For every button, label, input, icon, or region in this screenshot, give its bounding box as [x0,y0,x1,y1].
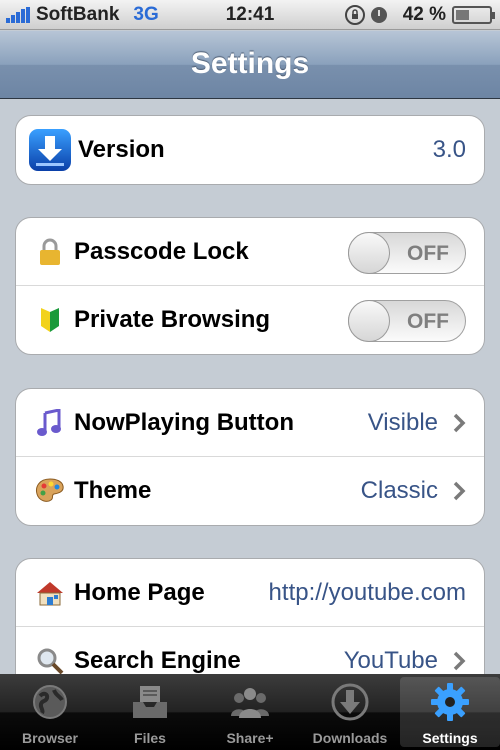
passcode-lock-label: Passcode Lock [74,237,249,265]
group-appearance: NowPlaying Button Visible Theme Classic [15,388,485,526]
tab-share[interactable]: Share+ [200,674,300,750]
tab-label: Downloads [312,730,388,746]
toggle-knob [348,300,390,342]
tab-label: Settings [422,730,478,746]
download-arrow-icon [331,683,369,721]
rotation-lock-icon [344,5,365,25]
passcode-lock-toggle[interactable]: OFF [348,232,466,274]
globe-icon [33,685,67,719]
theme-label: Theme [74,477,152,504]
group-about: Version 3.0 [15,115,485,185]
settings-table[interactable]: Version 3.0 Passcode Lock OFF Private Br… [0,100,500,674]
theme-row[interactable]: Theme Classic [16,457,484,525]
home-page-value: http://youtube.com [268,578,466,606]
home-page-label: Home Page [74,578,205,606]
status-bar: SoftBank 3G 12:41 42 % [0,0,500,30]
status-right: 42 % [344,4,495,26]
nowplaying-button-label: NowPlaying Button [74,408,294,436]
tab-browser[interactable]: Browser [0,674,100,750]
version-value: 3.0 [432,136,466,163]
toggle-state: OFF [407,310,449,333]
app-download-icon [28,128,72,172]
search-engine-label: Search Engine [74,647,241,674]
lock-icon [32,238,68,266]
beginner-mark-icon [32,306,68,334]
home-page-row[interactable]: Home Page http://youtube.com [16,559,484,627]
group-browser: Home Page http://youtube.com Search Engi… [15,558,485,674]
nowplaying-button-row[interactable]: NowPlaying Button Visible [16,389,484,457]
search-engine-value: YouTube [343,647,438,674]
tab-label: Browser [21,730,79,746]
people-icon [231,688,269,718]
tab-bar: Browser Files Share+ Downloads Settings [0,674,500,750]
tab-label: Files [134,730,166,746]
toggle-knob [348,232,390,274]
battery-icon [452,6,495,24]
tab-downloads[interactable]: Downloads [300,674,400,750]
tab-settings[interactable]: Settings [400,677,500,747]
passcode-lock-row[interactable]: Passcode Lock OFF [16,218,484,286]
palette-icon [32,478,68,504]
chevron-right-icon [453,481,466,501]
chevron-right-icon [453,651,466,671]
chevron-right-icon [453,413,466,433]
alarm-icon [370,7,387,23]
version-label: Version [78,136,165,163]
navigation-bar: Settings [0,31,500,99]
nowplaying-button-value: Visible [367,408,438,436]
magnifier-icon [32,647,68,674]
gear-icon [431,683,469,721]
page-title: Settings [190,47,310,80]
private-browsing-label: Private Browsing [74,306,271,333]
tab-label: Share+ [226,730,274,746]
house-icon [32,580,68,606]
search-engine-row[interactable]: Search Engine YouTube [16,627,484,674]
battery-fill [456,10,470,20]
battery-percent: 42 % [402,4,446,25]
group-security: Passcode Lock OFF Private Browsing OFF [15,217,485,355]
private-browsing-toggle[interactable]: OFF [348,300,466,342]
toggle-state: OFF [407,242,449,265]
inbox-tray-icon [133,686,167,718]
tab-files[interactable]: Files [100,674,200,750]
version-row: Version 3.0 [16,116,484,184]
private-browsing-row[interactable]: Private Browsing OFF [16,286,484,354]
theme-value: Classic [360,477,438,504]
music-note-icon [32,408,68,437]
